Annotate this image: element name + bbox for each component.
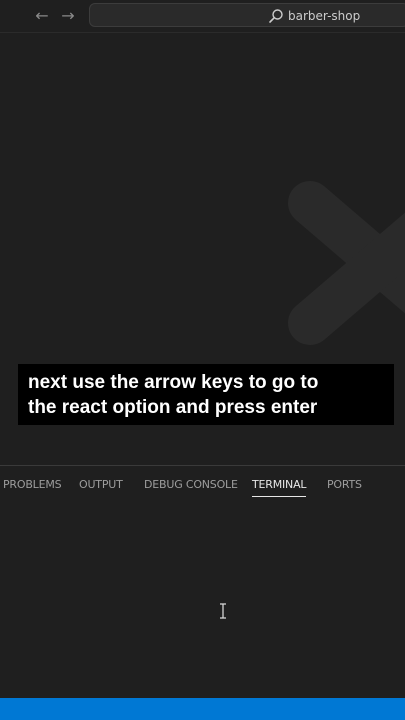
tab-ports[interactable]: PORTS xyxy=(327,478,362,496)
tab-problems[interactable]: PROBLEMS xyxy=(3,478,62,496)
tab-debug-console[interactable]: DEBUG CONSOLE xyxy=(144,478,238,496)
title-bar: ← → barber-shop xyxy=(0,0,405,33)
video-caption: next use the arrow keys to go to the rea… xyxy=(18,364,394,425)
caption-line-1: next use the arrow keys to go to xyxy=(28,372,319,393)
panel-tabs: PROBLEMS OUTPUT DEBUG CONSOLE TERMINAL P… xyxy=(0,466,405,504)
vscode-watermark-icon xyxy=(288,181,405,345)
arrow-right-icon[interactable]: → xyxy=(58,6,78,26)
tab-terminal[interactable]: TERMINAL xyxy=(252,478,307,497)
status-bar xyxy=(0,698,405,720)
arrow-left-icon[interactable]: ← xyxy=(32,6,52,26)
vscode-window: ← → barber-shop next use the arrow keys … xyxy=(0,0,405,720)
search-icon xyxy=(269,9,283,23)
bottom-panel: PROBLEMS OUTPUT DEBUG CONSOLE TERMINAL P… xyxy=(0,465,405,699)
caption-line-2: the react option and press enter xyxy=(28,397,318,418)
tab-output[interactable]: OUTPUT xyxy=(79,478,123,496)
text-cursor-icon xyxy=(220,603,226,619)
search-workspace-name[interactable]: barber-shop xyxy=(288,8,360,24)
terminal-body[interactable] xyxy=(0,504,405,699)
